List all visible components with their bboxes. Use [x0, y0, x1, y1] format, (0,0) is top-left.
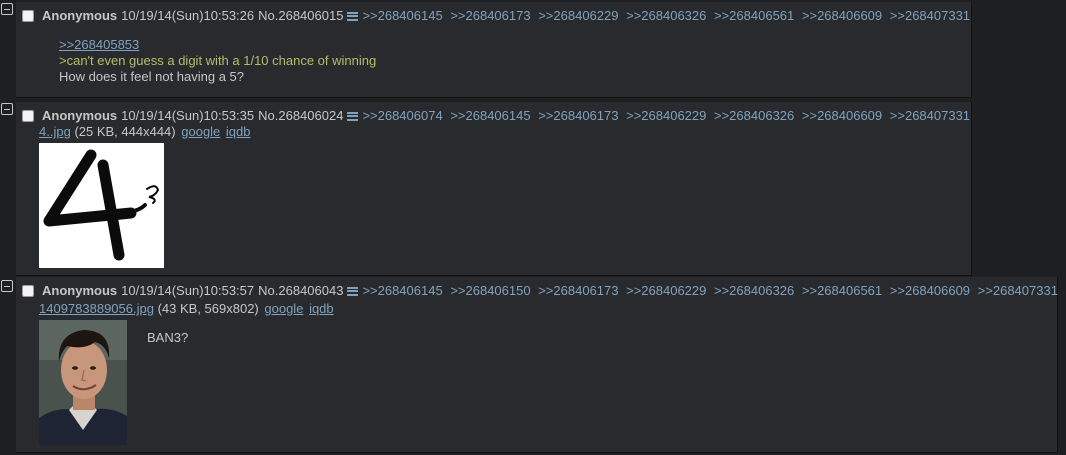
thread: Anonymous 10/19/14(Sun)10:53:26 No.26840… — [0, 0, 1066, 455]
file-info: 4..jpg (25 KB, 444x444) google iqdb — [39, 125, 251, 139]
man-portrait-photo[interactable] — [39, 320, 127, 445]
iqdb-search-link[interactable]: iqdb — [309, 301, 334, 316]
google-search-link[interactable]: google — [181, 124, 220, 139]
iqdb-search-link[interactable]: iqdb — [226, 124, 251, 139]
post-number[interactable]: No.268406015 — [258, 8, 343, 24]
backlink[interactable]: >>268407331 — [978, 283, 1058, 298]
backlink[interactable]: >>268406326 — [714, 283, 794, 298]
backlinks: >>268406074 >>268406145 >>268406173 >>26… — [362, 108, 974, 124]
backlinks: >>268406145 >>268406150 >>268406173 >>26… — [362, 283, 1062, 299]
message-text: How does it feel not having a 5? — [59, 69, 245, 84]
post-menu-icon[interactable] — [347, 11, 359, 21]
reply-post: Anonymous 10/19/14(Sun)10:53:26 No.26840… — [16, 2, 972, 98]
poster-name: Anonymous — [42, 108, 118, 123]
file-link[interactable]: 4..jpg — [39, 124, 71, 139]
backlink[interactable]: >>268406609 — [802, 8, 882, 23]
post-message: BAN3? — [147, 330, 188, 346]
backlink[interactable]: >>268406145 — [362, 283, 442, 298]
post-checkbox[interactable] — [22, 110, 34, 122]
quote-link[interactable]: >>268405853 — [59, 37, 376, 53]
backlink[interactable]: >>268406173 — [538, 283, 618, 298]
backlinks: >>268406145 >>268406173 >>268406229 >>26… — [362, 8, 974, 24]
post-header: Anonymous 10/19/14(Sun)10:53:35 No.26840… — [22, 108, 974, 124]
hide-post-icon[interactable] — [1, 3, 13, 15]
post-message: >>268405853 >can't even guess a digit wi… — [59, 37, 376, 85]
poster-name: Anonymous — [42, 283, 118, 298]
file-meta: (25 KB, 444x444) — [74, 124, 176, 139]
handwritten-four-image[interactable] — [39, 143, 164, 268]
post-datetime: 10/19/14(Sun)10:53:26 — [121, 8, 255, 23]
backlink[interactable]: >>268406173 — [450, 8, 530, 23]
backlink[interactable]: >>268406074 — [362, 108, 442, 123]
backlink[interactable]: >>268406326 — [626, 8, 706, 23]
file-meta: (43 KB, 569x802) — [157, 301, 259, 316]
greentext-line: >can't even guess a digit with a 1/10 ch… — [59, 53, 377, 68]
backlink[interactable]: >>268407331 — [890, 108, 970, 123]
reply-post: Anonymous 10/19/14(Sun)10:53:57 No.26840… — [16, 277, 1058, 453]
post-header: Anonymous 10/19/14(Sun)10:53:26 No.26840… — [22, 8, 974, 24]
backlink[interactable]: >>268406561 — [802, 283, 882, 298]
post-datetime: 10/19/14(Sun)10:53:57 — [121, 283, 255, 298]
post-number[interactable]: No.268406024 — [258, 108, 343, 124]
backlink[interactable]: >>268406561 — [714, 8, 794, 23]
backlink[interactable]: >>268406229 — [538, 8, 618, 23]
backlink[interactable]: >>268406150 — [450, 283, 530, 298]
backlink[interactable]: >>268406609 — [890, 283, 970, 298]
hide-post-icon[interactable] — [1, 280, 13, 292]
backlink[interactable]: >>268406145 — [362, 8, 442, 23]
poster-name: Anonymous — [42, 8, 118, 23]
backlink[interactable]: >>268406173 — [538, 108, 618, 123]
backlink[interactable]: >>268406229 — [626, 283, 706, 298]
backlink[interactable]: >>268406229 — [626, 108, 706, 123]
post-number[interactable]: No.268406043 — [258, 283, 343, 299]
post-checkbox[interactable] — [22, 10, 34, 22]
reply-post: Anonymous 10/19/14(Sun)10:53:35 No.26840… — [16, 102, 972, 276]
google-search-link[interactable]: google — [264, 301, 303, 316]
post-datetime: 10/19/14(Sun)10:53:35 — [121, 108, 255, 123]
backlink[interactable]: >>268406145 — [450, 108, 530, 123]
post-checkbox[interactable] — [22, 285, 34, 297]
post-menu-icon[interactable] — [347, 111, 359, 121]
backlink[interactable]: >>268406326 — [714, 108, 794, 123]
file-info: 1409783889056.jpg (43 KB, 569x802) googl… — [39, 302, 334, 316]
message-text: BAN3? — [147, 330, 189, 345]
hide-post-icon[interactable] — [1, 103, 13, 115]
file-link[interactable]: 1409783889056.jpg — [39, 301, 154, 316]
post-menu-icon[interactable] — [347, 286, 359, 296]
post-header: Anonymous 10/19/14(Sun)10:53:57 No.26840… — [22, 283, 1062, 299]
backlink[interactable]: >>268407331 — [890, 8, 970, 23]
backlink[interactable]: >>268406609 — [802, 108, 882, 123]
